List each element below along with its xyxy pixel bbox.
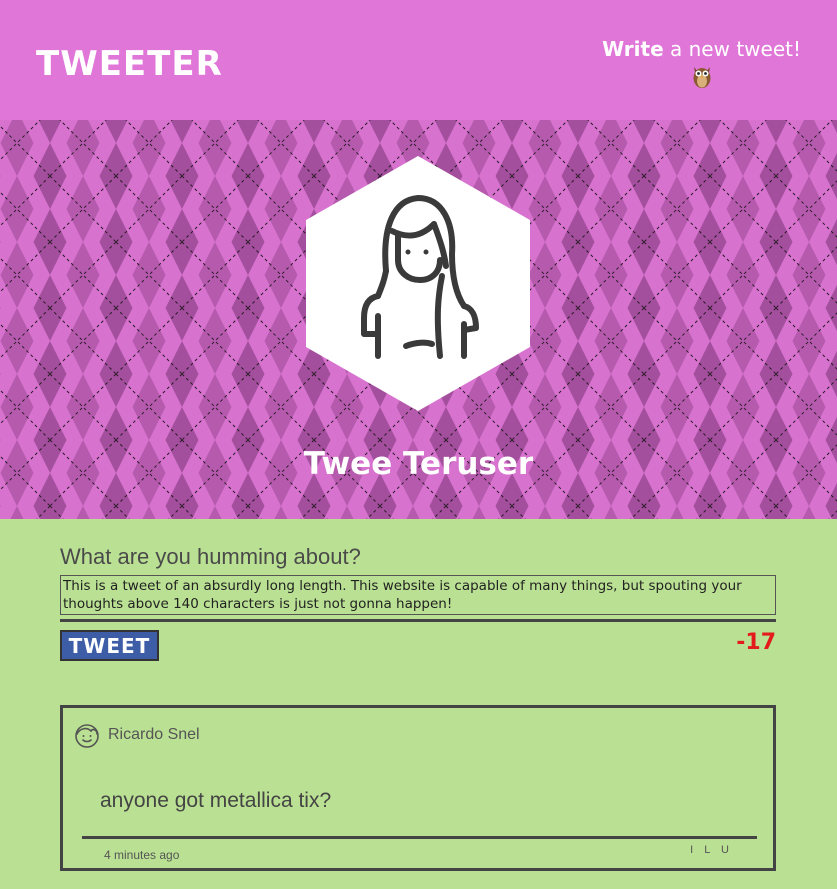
tweet-action-l[interactable]: L [704, 844, 714, 856]
tweet-textarea[interactable]: This is a tweet of an absurdly long leng… [60, 575, 776, 615]
tweet-divider [82, 836, 757, 839]
tweet-action-i[interactable]: I [690, 844, 697, 856]
app-logo[interactable]: TWEETER [36, 44, 223, 84]
tweet-author: Ricardo Snel [108, 726, 200, 743]
profile-username: Twee Teruser [303, 446, 534, 482]
tweet-submit-button[interactable]: TWEET [60, 630, 159, 661]
new-tweet-form: What are you humming about? This is a tw… [60, 544, 776, 661]
new-tweet-prompt: What are you humming about? [60, 544, 361, 569]
compose-label-bold: Write [602, 37, 664, 61]
boy-avatar-icon [75, 724, 99, 748]
top-nav: TWEETER Write a new tweet! [0, 0, 837, 120]
form-divider [60, 619, 776, 622]
tweet-action-u[interactable]: U [721, 844, 733, 856]
woman-avatar-icon [306, 156, 530, 411]
compose-label-rest: a new tweet! [663, 37, 801, 61]
compose-tweet-toggle[interactable]: Write a new tweet! [602, 37, 801, 89]
tweet-card: Ricardo Snel anyone got metallica tix? 4… [60, 705, 776, 871]
character-counter: -17 [736, 630, 776, 655]
tweet-body: anyone got metallica tix? [100, 789, 332, 812]
profile-header: Twee Teruser [0, 120, 837, 519]
owl-icon [693, 67, 711, 88]
tweet-timestamp: 4 minutes ago [104, 848, 180, 862]
tweet-actions: I L U [690, 844, 733, 856]
